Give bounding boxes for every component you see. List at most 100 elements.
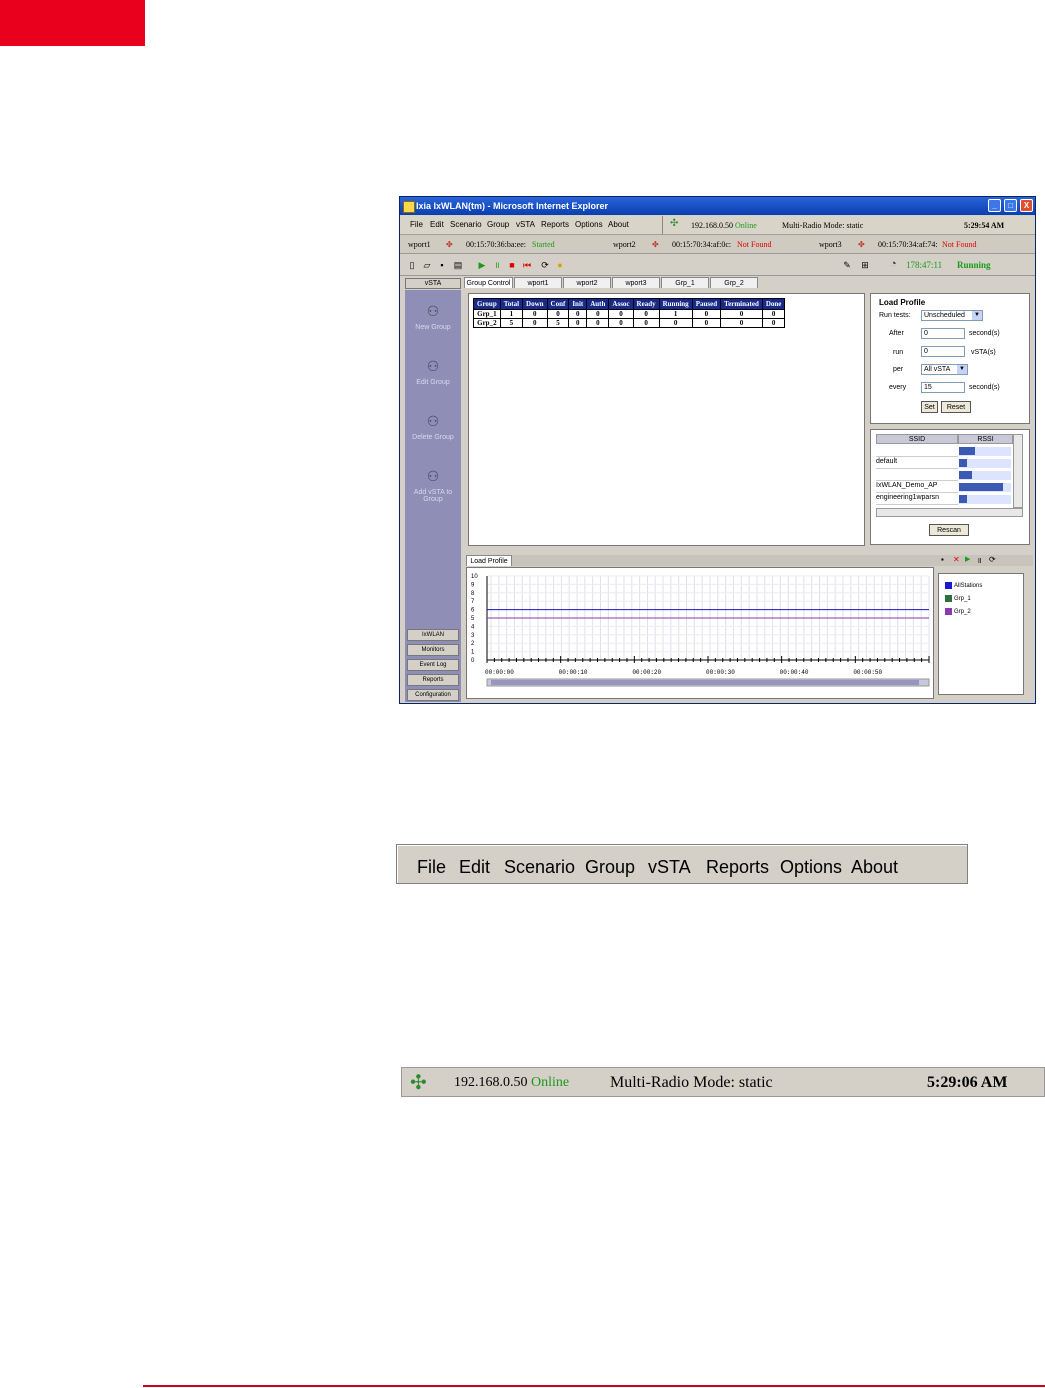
rssi-bar: [959, 495, 967, 503]
zoom-menu-group[interactable]: Group: [585, 857, 635, 878]
tab-wport1[interactable]: wport1: [514, 277, 562, 288]
menu-vsta[interactable]: vSTA: [516, 220, 535, 229]
run-icon[interactable]: ▶: [476, 259, 488, 271]
bulb-icon[interactable]: ●: [554, 259, 566, 271]
ssid-row[interactable]: [876, 446, 958, 457]
ssid-row[interactable]: default: [876, 458, 958, 469]
zoom-menu-options[interactable]: Options: [780, 857, 842, 878]
column-header[interactable]: Init: [568, 298, 588, 310]
minimize-button[interactable]: _: [988, 199, 1001, 212]
column-header[interactable]: Auth: [586, 298, 610, 310]
monitors-button[interactable]: Monitors: [407, 644, 459, 656]
graph-pause-icon[interactable]: ॥: [977, 555, 982, 566]
ssid-header: SSID: [876, 434, 958, 444]
wport1-label: wport1: [408, 240, 431, 249]
maximize-button[interactable]: □: [1004, 199, 1017, 212]
menu-about[interactable]: About: [608, 220, 629, 229]
per-select[interactable]: All vSTA ▼: [921, 364, 968, 375]
tab-wport3[interactable]: wport3: [612, 277, 660, 288]
zoom-menu-scenario[interactable]: Scenario: [504, 857, 575, 878]
zoom-menu-about[interactable]: About: [851, 857, 898, 878]
y-tick-label: 6: [471, 608, 475, 614]
refresh-icon[interactable]: ⟳: [539, 259, 551, 271]
column-header[interactable]: Terminated: [720, 298, 763, 310]
table-row[interactable]: Grp_2 5 0 5 0 0 0 0 0 0 0 0: [473, 318, 786, 328]
run-tests-select[interactable]: Unscheduled ▼: [921, 310, 983, 321]
graph-legend: AllStations Grp_1 Grp_2: [938, 573, 1024, 695]
zoom-menu-edit[interactable]: Edit: [459, 857, 490, 878]
column-header[interactable]: Down: [522, 298, 548, 310]
menu-reports[interactable]: Reports: [541, 220, 569, 229]
tab-group-control[interactable]: Group Control: [464, 277, 513, 288]
graph-clear-icon[interactable]: ✕: [953, 555, 960, 564]
column-header[interactable]: Total: [499, 298, 524, 310]
legend-allstations: AllStations: [945, 582, 982, 589]
column-header[interactable]: Paused: [691, 298, 722, 310]
window-title: Ixia IxWLAN(tm) - Microsoft Internet Exp…: [416, 201, 609, 211]
y-tick-label: 2: [471, 641, 475, 647]
every-input[interactable]: 15: [921, 382, 965, 393]
column-header[interactable]: Group: [473, 298, 501, 310]
zoom-menu-file[interactable]: File: [417, 857, 446, 878]
ixwlan-button[interactable]: IxWLAN: [407, 629, 459, 641]
column-header[interactable]: Ready: [632, 298, 660, 310]
graph-play-icon[interactable]: ▶: [965, 555, 970, 563]
column-header[interactable]: Running: [658, 298, 693, 310]
column-header[interactable]: Conf: [546, 298, 570, 310]
tab-wport2[interactable]: wport2: [563, 277, 611, 288]
ssid-horizontal-scrollbar[interactable]: [876, 508, 1023, 517]
wizard-icon[interactable]: ✎: [841, 259, 853, 271]
set-button[interactable]: Set: [921, 401, 938, 413]
run-input[interactable]: 0: [921, 346, 965, 357]
column-header[interactable]: Assoc: [608, 298, 634, 310]
event-log-button[interactable]: Event Log: [407, 659, 459, 671]
x-tick-label: 00:00:40: [780, 669, 809, 676]
open-folder-icon[interactable]: ▱: [421, 259, 433, 271]
graph-save-icon[interactable]: ▪: [941, 555, 944, 564]
table-cell: 0: [632, 309, 660, 319]
menu-group[interactable]: Group: [487, 220, 509, 229]
add-icon[interactable]: ⊞: [859, 259, 871, 271]
stop-icon[interactable]: ■: [506, 259, 518, 271]
reports-button[interactable]: Reports: [407, 674, 459, 686]
y-tick-label: 7: [471, 599, 475, 605]
ie-window: Ixia IxWLAN(tm) - Microsoft Internet Exp…: [399, 196, 1036, 704]
new-file-icon[interactable]: ▯: [406, 259, 418, 271]
table-cell: 0: [522, 318, 548, 328]
print-icon[interactable]: ▤: [452, 259, 464, 271]
column-header[interactable]: Done: [761, 298, 786, 310]
zoom-menu-reports[interactable]: Reports: [706, 857, 769, 878]
zoom-menu-vsta[interactable]: vSTA: [648, 857, 691, 878]
pause-icon[interactable]: ॥: [491, 259, 503, 271]
tab-grp2[interactable]: Grp_2: [710, 277, 758, 288]
new-group-item[interactable]: ⚇ New Group: [405, 302, 461, 331]
menu-file[interactable]: File: [410, 220, 423, 229]
after-input[interactable]: 0: [921, 328, 965, 339]
rssi-bar: [959, 471, 972, 479]
close-button[interactable]: X: [1020, 199, 1033, 212]
edit-group-item[interactable]: ⚇ Edit Group: [405, 357, 461, 386]
tab-grp1[interactable]: Grp_1: [661, 277, 709, 288]
ssid-row[interactable]: [876, 470, 958, 481]
tab-load-profile[interactable]: Load Profile: [466, 555, 512, 566]
menu-edit[interactable]: Edit: [430, 220, 444, 229]
legend-grp2: Grp_2: [945, 608, 971, 615]
table-cell: 0: [761, 309, 786, 319]
reset-button[interactable]: Reset: [941, 401, 971, 413]
add-vsta-item[interactable]: ⚇ Add vSTA to Group: [405, 467, 461, 503]
ssid-row[interactable]: engineering1wparsn: [876, 494, 958, 505]
configuration-button[interactable]: Configuration: [407, 689, 459, 701]
menu-options[interactable]: Options: [575, 220, 603, 229]
rescan-button[interactable]: Rescan: [929, 524, 969, 536]
save-icon[interactable]: ▪: [436, 259, 448, 271]
menu-scenario[interactable]: Scenario: [450, 220, 482, 229]
ssid-vertical-scrollbar[interactable]: [1013, 434, 1023, 508]
zoomed-menu-bar: File Edit Scenario Group vSTA Reports Op…: [396, 844, 968, 884]
table-row[interactable]: Grp_1 1 0 0 0 0 0 0 1 0 0 0: [473, 309, 786, 319]
graph-scroll-thumb: [491, 680, 919, 685]
rewind-icon[interactable]: ⏮: [521, 259, 533, 271]
delete-group-item[interactable]: ⚇ Delete Group: [405, 412, 461, 441]
graph-refresh-icon[interactable]: ⟳: [989, 555, 996, 564]
ssid-row[interactable]: IxWLAN_Demo_AP: [876, 482, 958, 493]
zoom-clock-time: 5:29:06 AM: [927, 1074, 1008, 1091]
